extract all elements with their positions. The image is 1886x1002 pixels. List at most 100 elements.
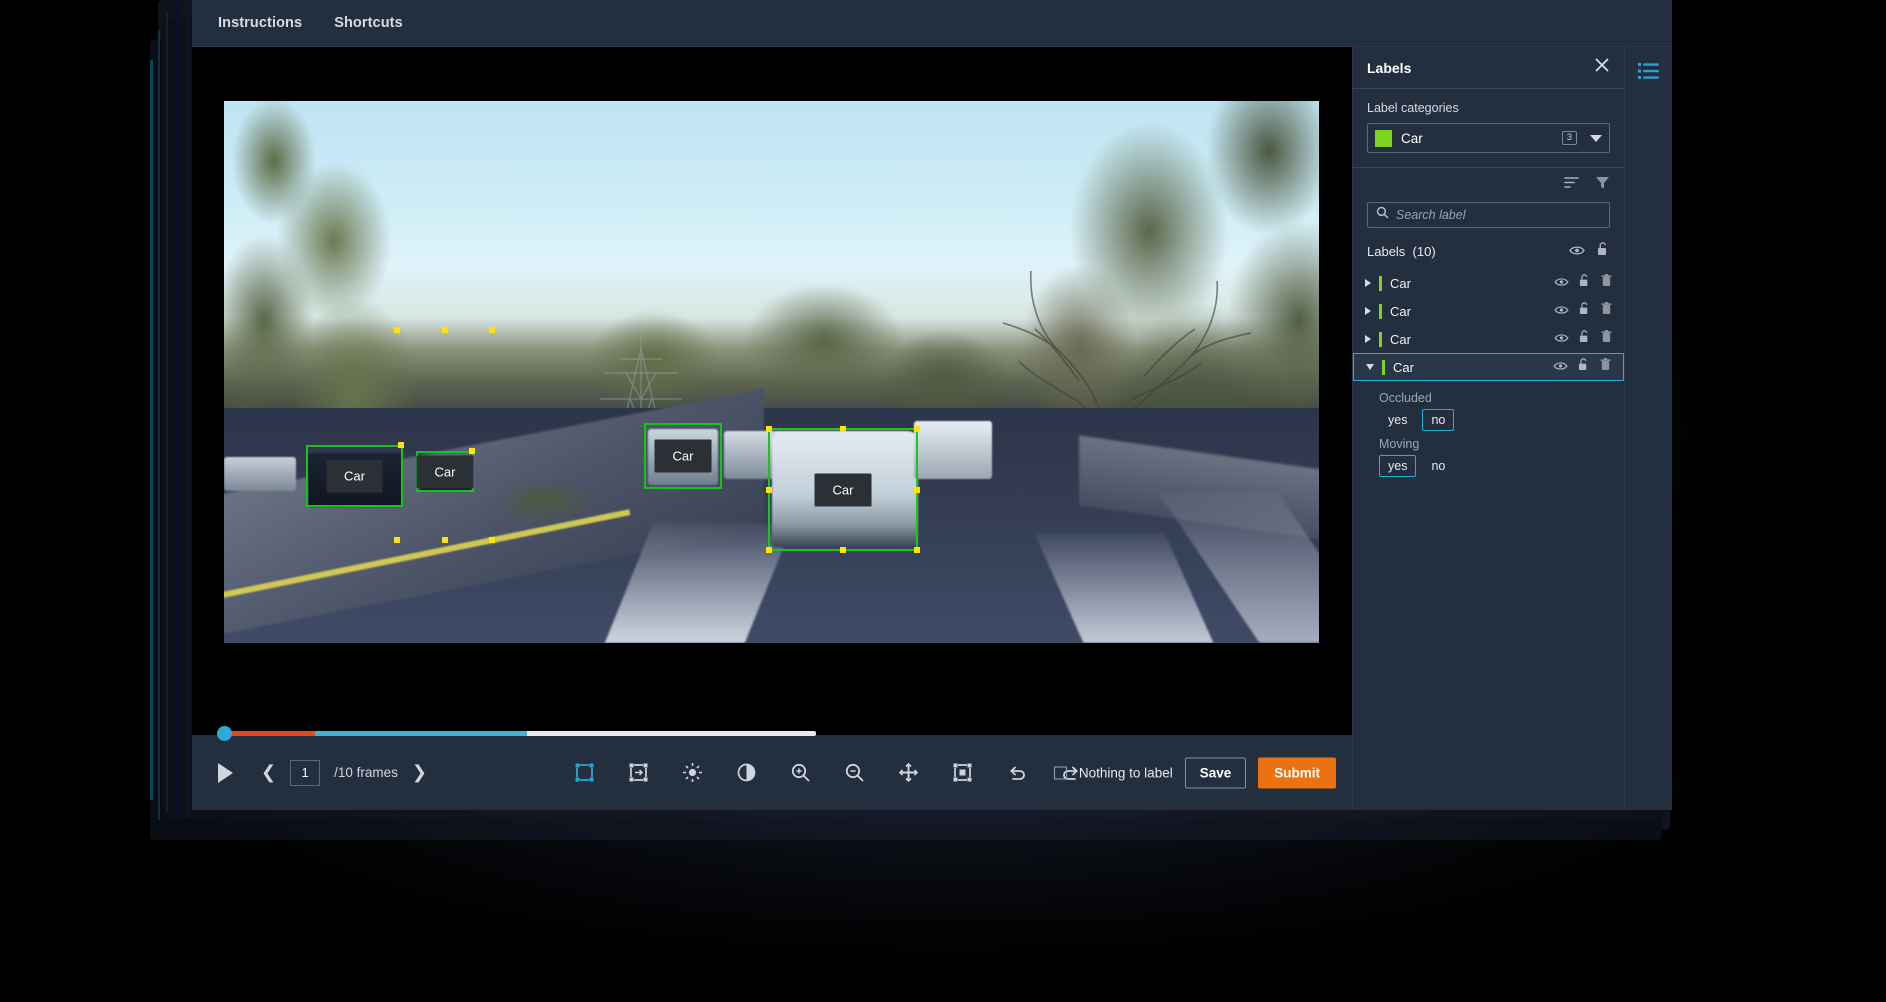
category-shortcut-badge: 3 [1562,131,1577,145]
label-color-bar [1379,304,1382,319]
box-handle-s[interactable] [840,547,846,553]
right-toolbar-strip [1624,47,1672,810]
filter-icon[interactable] [1595,176,1610,195]
box-handle[interactable] [469,448,475,454]
chevron-left-icon[interactable]: ❮ [261,762,276,783]
frame-slider-thumb[interactable] [217,726,232,741]
attribute-option-occluded-no[interactable]: no [1422,409,1454,431]
box-handle-w[interactable] [766,487,772,493]
move-icon[interactable] [897,761,921,785]
box-arrow-icon[interactable] [627,761,651,785]
label-row[interactable]: Car [1353,269,1624,297]
eye-icon[interactable] [1554,330,1569,348]
submit-button[interactable]: Submit [1258,757,1336,788]
attribute-option-moving-yes[interactable]: yes [1379,455,1416,477]
zoom-in-icon[interactable] [789,761,813,785]
chevron-down-icon[interactable] [1590,135,1602,142]
parked-vehicle [224,457,296,491]
image-canvas[interactable]: Car Car Car Car [202,55,1342,735]
bounding-box[interactable]: Car [644,423,722,489]
frame-slider[interactable] [202,727,822,739]
box-handle[interactable] [442,327,448,333]
nothing-to-label-text: Nothing to label [1079,765,1173,780]
unlock-icon[interactable] [1578,358,1590,376]
stack-edge-teal-2 [158,30,160,820]
label-color-bar [1382,360,1385,375]
box-handle[interactable] [394,537,400,543]
labels-list-header: Labels (10) [1353,238,1624,269]
list-view-icon[interactable] [1632,55,1666,87]
label-color-bar [1379,332,1382,347]
label-row[interactable]: Car [1353,297,1624,325]
search-icon [1376,206,1389,224]
nothing-to-label-checkbox[interactable] [1054,766,1067,779]
bounding-box-selected[interactable]: Car [768,428,918,551]
label-row[interactable]: Car [1353,325,1624,353]
box-handle-se[interactable] [914,547,920,553]
chevron-right-icon[interactable] [1365,307,1371,315]
box-handle[interactable] [398,442,404,448]
bounding-box-icon[interactable] [573,761,597,785]
undo-icon[interactable] [1005,761,1029,785]
frame-number-input[interactable]: 1 [290,760,320,786]
unlock-icon[interactable] [1597,242,1610,261]
box-handle-e[interactable] [914,487,920,493]
search-input[interactable] [1396,208,1601,222]
trash-icon[interactable] [1601,302,1612,320]
contrast-icon[interactable] [735,761,759,785]
trash-icon[interactable] [1600,358,1611,376]
labels-list: Car Car [1353,269,1624,481]
label-attributes: Occluded yes no Moving yes no [1353,381,1624,477]
label-name: Car [1390,304,1546,319]
box-handle[interactable] [394,327,400,333]
eye-icon[interactable] [1553,358,1568,376]
fit-screen-icon[interactable] [951,761,975,785]
labels-panel-header: Labels [1353,47,1624,89]
shortcuts-tab[interactable]: Shortcuts [332,11,405,35]
instructions-tab[interactable]: Instructions [216,11,304,35]
zoom-out-icon[interactable] [843,761,867,785]
search-box[interactable] [1367,202,1610,228]
eye-icon[interactable] [1554,302,1569,320]
attribute-options-occluded: yes no [1379,409,1612,431]
chevron-right-icon[interactable] [1365,335,1371,343]
sort-icon[interactable] [1564,176,1579,194]
close-icon[interactable] [1594,57,1610,78]
attribute-option-moving-no[interactable]: no [1422,455,1454,477]
eye-icon[interactable] [1554,274,1569,292]
box-handle[interactable] [442,537,448,543]
brightness-icon[interactable] [681,761,705,785]
label-row-selected[interactable]: Car [1353,353,1624,381]
box-handle-sw[interactable] [766,547,772,553]
roadside-bush [474,471,614,531]
unlock-icon[interactable] [1579,274,1591,292]
unlock-icon[interactable] [1579,330,1591,348]
attribute-option-occluded-yes[interactable]: yes [1379,409,1416,431]
trash-icon[interactable] [1601,274,1612,292]
annotation-app-window: Instructions Shortcuts [192,0,1672,810]
box-handle-nw[interactable] [766,426,772,432]
labels-count-label: Labels (10) [1367,244,1569,259]
frame-slider-progress-blue [315,731,527,736]
box-handle[interactable] [489,327,495,333]
category-color-swatch [1375,130,1392,147]
chevron-down-icon[interactable] [1366,364,1374,370]
save-button[interactable]: Save [1185,757,1247,788]
workspace: Car Car Car Car [192,47,1352,810]
play-icon[interactable] [218,763,233,783]
eye-icon[interactable] [1569,243,1585,261]
chevron-right-icon[interactable] [1365,279,1371,287]
box-handle-ne[interactable] [914,426,920,432]
box-handle-n[interactable] [840,426,846,432]
label-search [1353,202,1624,238]
chevron-right-icon[interactable]: ❯ [412,762,427,783]
label-category-select[interactable]: Car 3 [1367,123,1610,153]
unlock-icon[interactable] [1579,302,1591,320]
trash-icon[interactable] [1601,330,1612,348]
bounding-box[interactable]: Car [416,451,474,492]
bounding-box[interactable]: Car [306,445,403,507]
frame-slider-track[interactable] [226,731,816,736]
playback-controls: ❮ 1 /10 frames ❯ [218,760,427,786]
labels-list-tools [1353,168,1624,202]
box-handle[interactable] [489,537,495,543]
